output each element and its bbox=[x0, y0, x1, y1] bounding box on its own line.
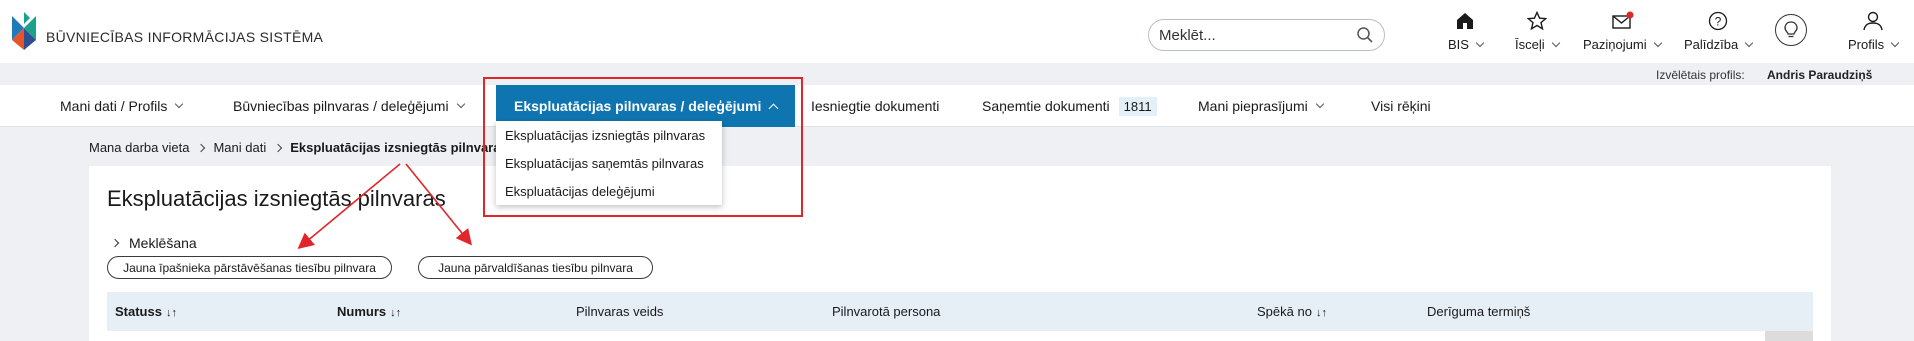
col-number[interactable]: Numurs ↓↑ bbox=[337, 304, 401, 319]
new-management-authorization-button[interactable]: Jauna pārvaldīšanas tiesību pilnvara bbox=[418, 256, 653, 279]
header-help-label: Palīdzība bbox=[1684, 37, 1739, 52]
nav-item-label: Mani pieprasījumi bbox=[1198, 98, 1308, 114]
breadcrumb-current: Ekspluatācijas izsniegtās pilnvaras bbox=[290, 140, 508, 155]
nav-my-data[interactable]: Mani dati / Profils bbox=[60, 85, 184, 127]
search-toggle[interactable]: Meklēšana bbox=[110, 235, 197, 251]
chevron-right-icon bbox=[197, 143, 206, 152]
chevron-right-icon bbox=[273, 143, 283, 152]
envelope-icon bbox=[1583, 10, 1661, 32]
chevron-down-icon bbox=[1653, 38, 1662, 47]
home-icon bbox=[1448, 10, 1483, 32]
col-valid-from[interactable]: Spēkā no ↓↑ bbox=[1257, 304, 1327, 319]
nav-item-label: Visi rēķini bbox=[1371, 98, 1431, 114]
header-bis[interactable]: BIS bbox=[1448, 10, 1485, 52]
sort-icon[interactable]: ↓↑ bbox=[166, 307, 177, 319]
lightbulb-icon[interactable] bbox=[1775, 14, 1807, 46]
chevron-down-icon bbox=[1315, 99, 1324, 109]
page-title: Ekspluatācijas izsniegtās pilnvaras bbox=[107, 186, 446, 211]
col-status[interactable]: Statuss ↓↑ bbox=[115, 304, 177, 319]
annotation-highlight-box bbox=[483, 77, 803, 217]
svg-text:?: ? bbox=[1715, 15, 1722, 29]
breadcrumb-workplace[interactable]: Mana darba vieta bbox=[89, 140, 189, 155]
search-input[interactable] bbox=[1159, 26, 1349, 44]
sort-icon[interactable]: ↓↑ bbox=[1316, 307, 1327, 319]
user-icon bbox=[1848, 10, 1898, 32]
question-icon: ? bbox=[1684, 10, 1752, 32]
search-toggle-label: Meklēšana bbox=[129, 235, 197, 251]
col-authorization-type: Pilnvaras veids bbox=[576, 304, 663, 319]
nav-construction-authorizations[interactable]: Būvniecības pilnvaras / deleģējumi bbox=[233, 85, 465, 127]
col-valid-from-label: Spēkā no bbox=[1257, 304, 1312, 319]
selected-profile-bar: Izvēlētais profils: Andris Paraudziņš bbox=[0, 63, 1914, 85]
selected-profile-name[interactable]: Andris Paraudziņš bbox=[1767, 68, 1872, 82]
nav-item-label: Saņemtie dokumenti bbox=[982, 98, 1110, 114]
nav-item-label: Iesniegtie dokumenti bbox=[811, 98, 940, 114]
received-count-badge: 1811 bbox=[1118, 96, 1157, 116]
chevron-down-icon bbox=[456, 99, 465, 109]
nav-submitted-documents[interactable]: Iesniegtie dokumenti bbox=[811, 85, 939, 127]
sort-icon[interactable]: ↓↑ bbox=[390, 307, 401, 319]
chevron-right-icon bbox=[110, 238, 120, 248]
header-profile-label: Profils bbox=[1848, 37, 1885, 52]
nav-all-invoices[interactable]: Visi rēķini bbox=[1371, 85, 1431, 127]
col-authorization-type-label: Pilnvaras veids bbox=[576, 304, 664, 319]
search-box[interactable] bbox=[1148, 19, 1385, 51]
chevron-down-icon bbox=[175, 99, 184, 109]
chevron-down-icon bbox=[1475, 38, 1485, 47]
breadcrumb-my-data[interactable]: Mani dati bbox=[213, 140, 266, 155]
col-status-label: Statuss bbox=[115, 304, 162, 319]
table-header: Statuss ↓↑ Numurs ↓↑ Pilnvaras veids Pilnv… bbox=[107, 292, 1813, 331]
selected-profile-label: Izvēlētais profils: bbox=[1656, 68, 1745, 82]
new-owner-representation-authorization-button[interactable]: Jauna īpašnieka pārstāvēšanas tiesību pi… bbox=[107, 256, 392, 279]
col-authorized-person: Pilnvarotā persona bbox=[832, 304, 940, 319]
header-shortcuts-label: Īsceļi bbox=[1515, 37, 1545, 52]
bis-logo-mark bbox=[10, 10, 42, 50]
horizontal-scrollbar[interactable] bbox=[1765, 331, 1813, 341]
col-expiry-label: Derīguma termiņš bbox=[1427, 304, 1531, 319]
nav-my-requests[interactable]: Mani pieprasījumi bbox=[1198, 85, 1324, 127]
bis-logo[interactable]: BŪVNIECĪBAS INFORMĀCIJAS SISTĒMA bbox=[10, 10, 323, 50]
header-shortcuts[interactable]: Īsceļi bbox=[1515, 10, 1560, 52]
chevron-down-icon bbox=[1744, 38, 1754, 47]
nav-item-label: Mani dati / Profils bbox=[60, 98, 168, 114]
header-help[interactable]: ? Palīdzība bbox=[1684, 10, 1754, 52]
nav-received-documents[interactable]: Saņemtie dokumenti 1811 bbox=[982, 85, 1157, 127]
logo-text: BŪVNIECĪBAS INFORMĀCIJAS SISTĒMA bbox=[46, 29, 324, 45]
chevron-down-icon bbox=[1890, 38, 1900, 47]
content-card: Ekspluatācijas izsniegtās pilnvaras Mekl… bbox=[89, 166, 1831, 341]
header-notifications[interactable]: Paziņojumi bbox=[1583, 10, 1662, 52]
top-header: BŪVNIECĪBAS INFORMĀCIJAS SISTĒMA BIS Īsc… bbox=[0, 0, 1914, 63]
header-profile[interactable]: Profils bbox=[1848, 10, 1900, 52]
nav-item-label: Būvniecības pilnvaras / deleģējumi bbox=[233, 98, 449, 114]
search-icon[interactable] bbox=[1356, 26, 1374, 47]
col-expiry: Derīguma termiņš bbox=[1427, 304, 1530, 319]
star-icon bbox=[1515, 10, 1559, 32]
header-bis-label: BIS bbox=[1448, 37, 1469, 52]
chevron-down-icon bbox=[1551, 38, 1560, 47]
breadcrumb: Mana darba vieta Mani dati Ekspluatācija… bbox=[89, 140, 508, 155]
main-nav: Mani dati / Profils Būvniecības pilnvara… bbox=[0, 85, 1914, 127]
col-authorized-person-label: Pilnvarotā persona bbox=[832, 304, 941, 319]
col-number-label: Numurs bbox=[337, 304, 387, 319]
header-notifications-label: Paziņojumi bbox=[1583, 37, 1647, 52]
